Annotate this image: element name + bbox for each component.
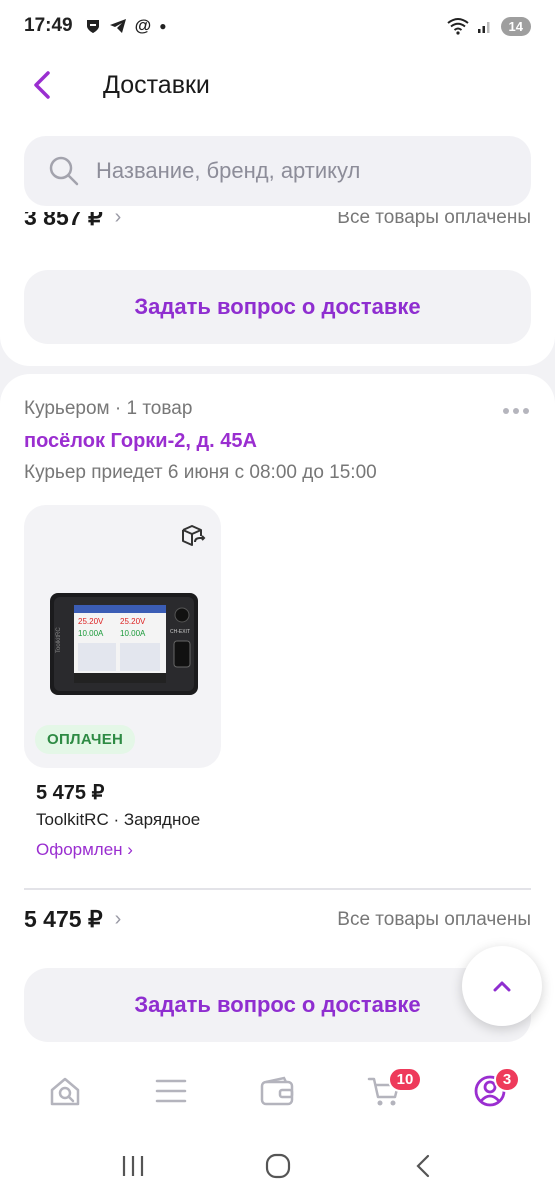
tab-home[interactable] xyxy=(35,1061,95,1121)
page-title: Доставки xyxy=(103,70,210,99)
tab-bar: 10 3 xyxy=(0,1050,555,1132)
system-nav-bar xyxy=(0,1132,555,1200)
telegram-icon xyxy=(109,19,126,33)
charger-picture: 25.20V 25.20V 10.00A 10.00A ToolkitRC CH… xyxy=(50,593,198,695)
scroll-to-top-button[interactable] xyxy=(462,946,542,1026)
recents-button[interactable] xyxy=(103,1141,163,1191)
wifi-icon xyxy=(446,18,469,35)
screen-voltage-2: 25.20V xyxy=(120,617,146,626)
system-back-button[interactable] xyxy=(393,1141,453,1191)
home-button[interactable] xyxy=(248,1141,308,1191)
notification-icons: @ ● xyxy=(85,16,167,36)
battery-level: 14 xyxy=(500,16,531,36)
status-time: 17:49 xyxy=(24,15,73,36)
recents-icon xyxy=(122,1156,143,1176)
shield-icon xyxy=(86,20,99,33)
menu-icon xyxy=(156,1079,187,1103)
chevron-up-icon xyxy=(493,981,511,992)
previous-order-summary[interactable]: 3 857 ₽ › Все товары оплачены xyxy=(24,212,531,242)
previous-order-payment-status: Все товары оплачены xyxy=(337,212,531,228)
tab-profile[interactable]: 3 xyxy=(460,1061,521,1121)
profile-badge: 3 xyxy=(493,1067,521,1092)
dot-icon: ● xyxy=(159,19,167,33)
screen-voltage-1: 25.20V xyxy=(78,617,104,626)
tab-catalog[interactable] xyxy=(141,1061,201,1121)
screen-current-2: 10.00A xyxy=(120,629,146,638)
item-name: ToolkitRC · Зарядное xyxy=(36,810,201,829)
search-icon xyxy=(49,156,79,186)
search-input[interactable]: Название, бренд, артикул xyxy=(24,136,531,206)
chevron-right-icon: › xyxy=(114,212,122,228)
item-price: 5 475 ₽ xyxy=(36,782,105,804)
at-icon: @ xyxy=(134,16,152,35)
item-status-link[interactable]: Оформлен › xyxy=(36,840,133,860)
delivery-address[interactable]: посёлок Горки-2, д. 45А xyxy=(24,430,257,453)
charger-brand: ToolkitRC xyxy=(56,627,62,653)
header: Доставки xyxy=(0,52,555,118)
screen-current-1: 10.00A xyxy=(78,629,104,638)
back-arrow-icon xyxy=(415,1154,429,1178)
tab-cart[interactable]: 10 xyxy=(354,1061,423,1121)
tab-wallet[interactable] xyxy=(247,1061,307,1121)
status-right: 14 xyxy=(446,16,531,36)
delivery-total-row[interactable]: 5 475 ₽ › Все товары оплачены xyxy=(24,906,531,933)
previous-order-total: 3 857 ₽ xyxy=(24,212,103,230)
status-bar: 17:49 @ ● 14 xyxy=(0,0,555,52)
return-box-icon xyxy=(182,525,206,546)
charger-button-label: CH-EXIT xyxy=(170,629,190,635)
paid-badge: ОПЛАЧЕН xyxy=(35,725,136,754)
dot-icon xyxy=(523,408,529,414)
delivery-method: Курьером · 1 товар xyxy=(24,398,193,419)
cart-badge: 10 xyxy=(387,1067,423,1092)
ask-delivery-question-button[interactable]: Задать вопрос о доставке xyxy=(24,270,531,344)
dot-icon xyxy=(503,408,509,414)
delivery-total: 5 475 ₽ xyxy=(24,906,103,932)
dot-icon xyxy=(513,408,519,414)
ask-delivery-question-button-2[interactable]: Задать вопрос о доставке xyxy=(24,968,531,1042)
signal-icon xyxy=(477,22,490,33)
chevron-right-icon: › xyxy=(114,908,122,930)
delivery-payment-status: Все товары оплачены xyxy=(337,908,531,930)
product-image[interactable]: 25.20V 25.20V 10.00A 10.00A ToolkitRC CH… xyxy=(24,505,221,768)
delivery-eta: Курьер приедет 6 июня с 08:00 до 15:00 xyxy=(24,462,377,483)
wallet-icon xyxy=(261,1076,294,1106)
back-button[interactable] xyxy=(18,61,66,109)
chevron-left-icon xyxy=(34,71,50,99)
home-search-icon xyxy=(50,1077,80,1106)
search-placeholder: Название, бренд, артикул xyxy=(96,158,361,183)
more-options-button[interactable] xyxy=(496,396,536,426)
home-circle-icon xyxy=(265,1153,290,1179)
divider xyxy=(24,888,531,890)
